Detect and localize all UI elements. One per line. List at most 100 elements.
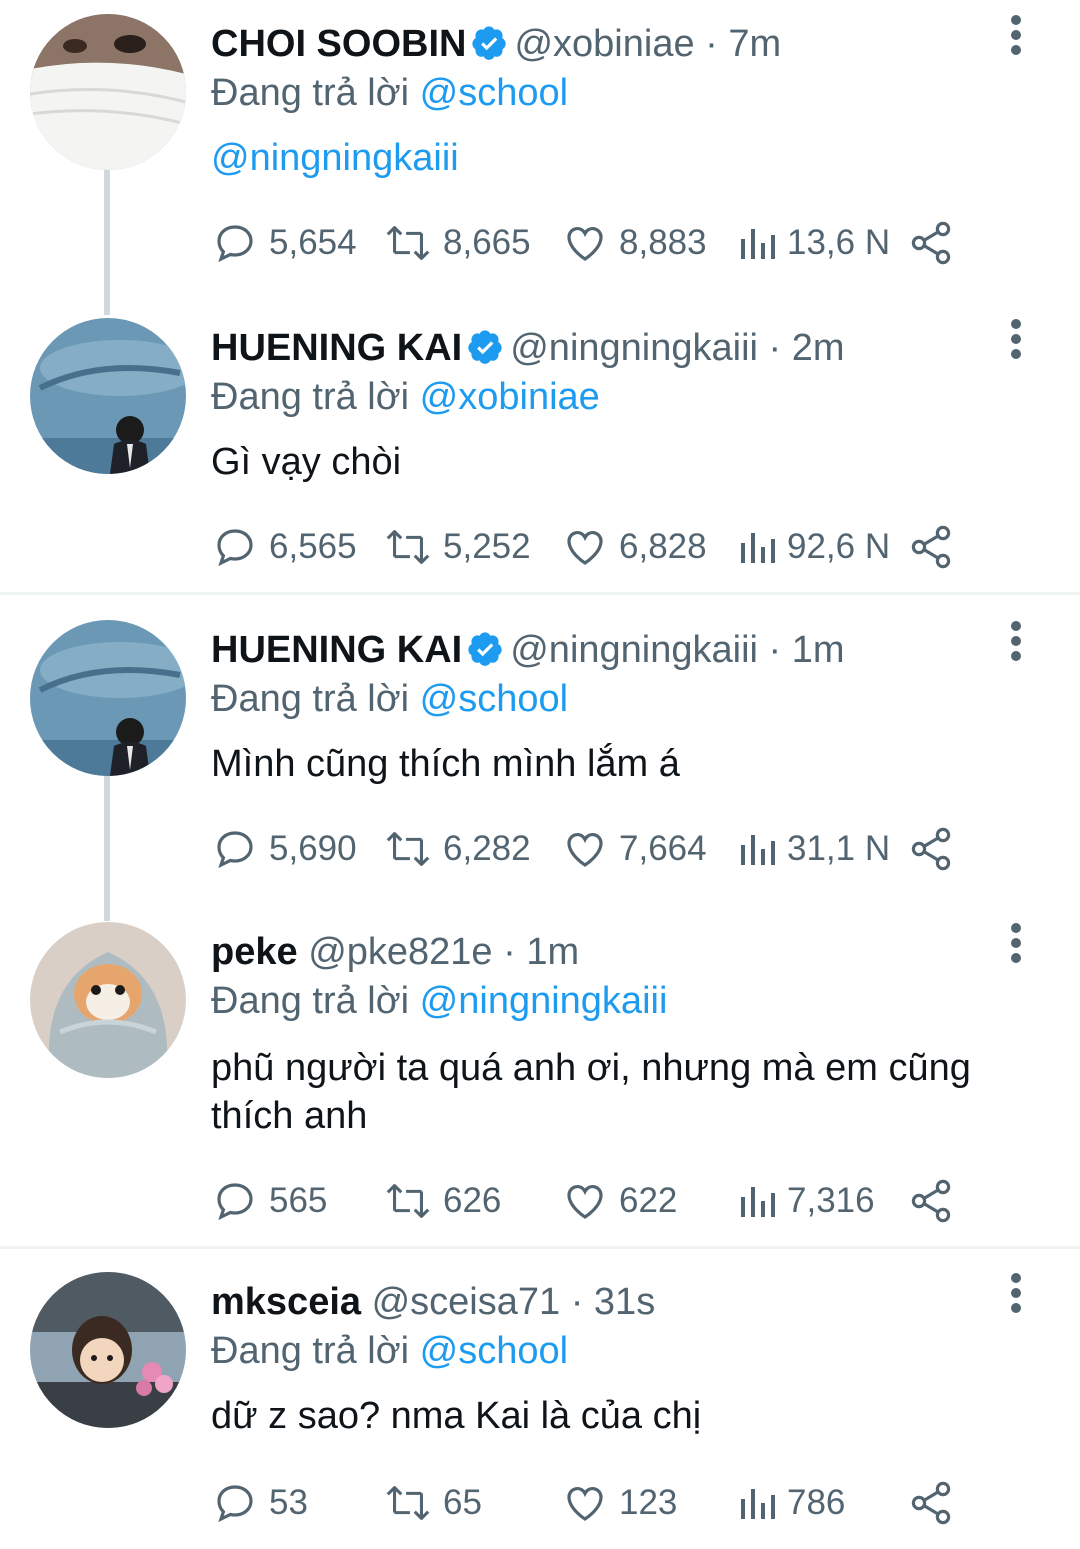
action-bar: 6,565 5,252 6,828 92,6 N [211, 522, 971, 572]
like-button[interactable]: 8,883 [561, 218, 707, 268]
handle[interactable]: @ningningkaiii [510, 327, 758, 369]
tweet-text: Mình cũng thích mình lắm á [211, 743, 680, 785]
separator-dot: · [560, 1281, 594, 1323]
views-button[interactable]: 7,316 [737, 1176, 875, 1226]
reply-prefix: Đang trả lời [211, 1330, 410, 1372]
views-icon [741, 835, 775, 865]
tweet[interactable]: peke @pke821e · 1m Đang trả lời @ningnin… [0, 908, 1080, 1246]
like-button[interactable]: 622 [561, 1176, 677, 1226]
reply-count: 565 [269, 1181, 328, 1220]
retweet-count: 5,252 [443, 527, 531, 566]
display-name[interactable]: CHOI SOOBIN [211, 23, 466, 65]
tweet-header: mksceia @sceisa71 · 31s [211, 1272, 655, 1332]
retweet-button[interactable]: 626 [383, 1176, 501, 1226]
action-bar: 53 65 123 786 [211, 1478, 971, 1528]
avatar[interactable] [30, 318, 186, 474]
views-button[interactable]: 786 [737, 1478, 845, 1528]
action-bar: 5,654 8,665 8,883 13,6 N [211, 218, 971, 268]
heart-icon [567, 832, 603, 867]
verified-badge-icon [468, 632, 502, 666]
share-button[interactable] [907, 522, 955, 572]
reply-button[interactable]: 53 [211, 1478, 308, 1528]
display-name[interactable]: HUENING KAI [211, 327, 462, 369]
reply-to-mention[interactable]: @ningningkaiii [420, 980, 668, 1022]
share-button[interactable] [907, 1176, 955, 1226]
reply-button[interactable]: 6,565 [211, 522, 357, 572]
reply-to-mention[interactable]: @school [420, 678, 568, 720]
retweet-icon [386, 1486, 430, 1520]
share-icon [911, 827, 951, 871]
more-vertical-icon[interactable] [996, 918, 1036, 968]
views-count: 92,6 N [787, 527, 891, 566]
thread-divider [0, 1246, 1080, 1249]
reply-to-mention[interactable]: @xobiniae [420, 376, 600, 418]
reply-button[interactable]: 5,690 [211, 824, 357, 874]
avatar[interactable] [30, 1272, 186, 1428]
handle[interactable]: @sceisa71 [372, 1281, 561, 1323]
timestamp[interactable]: 1m [792, 629, 845, 671]
more-vertical-icon[interactable] [996, 616, 1036, 666]
reply-button[interactable]: 565 [211, 1176, 327, 1226]
retweet-count: 626 [443, 1181, 502, 1220]
timestamp[interactable]: 7m [728, 23, 781, 65]
share-button[interactable] [907, 1478, 955, 1528]
reply-context: Đang trả lời @xobiniae [211, 372, 600, 422]
handle[interactable]: @xobiniae [514, 23, 694, 65]
display-name[interactable]: peke [211, 931, 298, 973]
handle[interactable]: @ningningkaiii [510, 629, 758, 671]
thread-line [104, 170, 110, 315]
retweet-icon [386, 530, 430, 564]
tweet-header: CHOI SOOBIN @xobiniae · 7m [211, 14, 781, 74]
views-button[interactable]: 13,6 N [737, 218, 890, 268]
timestamp[interactable]: 1m [526, 931, 579, 973]
more-vertical-icon[interactable] [996, 1268, 1036, 1318]
avatar[interactable] [30, 620, 186, 776]
retweet-icon [386, 1184, 430, 1218]
like-button[interactable]: 7,664 [561, 824, 707, 874]
share-icon [911, 1179, 951, 1223]
reply-to-mention[interactable]: @school [420, 1330, 568, 1372]
tweet-text: dữ z sao? nma Kai là của chị [211, 1395, 702, 1437]
retweet-icon [386, 226, 430, 260]
more-vertical-icon[interactable] [996, 314, 1036, 364]
retweet-button[interactable]: 8,665 [383, 218, 531, 268]
avatar[interactable] [30, 922, 186, 1078]
tweet-text: Gì vạy chòi [211, 441, 402, 483]
share-button[interactable] [907, 824, 955, 874]
timestamp[interactable]: 2m [792, 327, 845, 369]
reply-count: 53 [269, 1483, 308, 1522]
reply-context: Đang trả lời @school [211, 1326, 568, 1376]
reply-context: Đang trả lời @school [211, 68, 568, 118]
views-button[interactable]: 31,1 N [737, 824, 890, 874]
views-icon [741, 229, 775, 259]
reply-to-mention[interactable]: @school [420, 72, 568, 114]
tweet-header: HUENING KAI @ningningkaiii · 2m [211, 318, 845, 378]
heart-icon [567, 226, 603, 261]
retweet-button[interactable]: 65 [383, 1478, 482, 1528]
body-mention[interactable]: @ningningkaiii [211, 137, 459, 179]
share-button[interactable] [907, 218, 955, 268]
tweet[interactable]: CHOI SOOBIN @xobiniae · 7m Đang trả lời @… [0, 0, 1080, 315]
retweet-count: 65 [443, 1483, 482, 1522]
reply-prefix: Đang trả lời [211, 376, 410, 418]
tweet-text: @ningningkaiii [211, 134, 1051, 182]
separator-dot: · [757, 327, 792, 369]
tweet[interactable]: HUENING KAI @ningningkaiii · 1m Đang trả … [0, 606, 1080, 921]
more-vertical-icon[interactable] [996, 10, 1036, 60]
retweet-button[interactable]: 6,282 [383, 824, 531, 874]
like-button[interactable]: 123 [561, 1478, 677, 1528]
handle[interactable]: @pke821e [308, 931, 492, 973]
views-icon [741, 533, 775, 563]
display-name[interactable]: HUENING KAI [211, 629, 462, 671]
tweet[interactable]: mksceia @sceisa71 · 31s Đang trả lời @sc… [0, 1258, 1080, 1549]
tweet[interactable]: HUENING KAI @ningningkaiii · 2m Đang trả … [0, 304, 1080, 592]
retweet-button[interactable]: 5,252 [383, 522, 531, 572]
display-name[interactable]: mksceia [211, 1281, 361, 1323]
reply-count: 6,565 [269, 527, 357, 566]
timestamp[interactable]: 31s [594, 1281, 655, 1323]
reply-icon [217, 529, 253, 567]
avatar[interactable] [30, 14, 186, 170]
like-button[interactable]: 6,828 [561, 522, 707, 572]
reply-button[interactable]: 5,654 [211, 218, 357, 268]
views-button[interactable]: 92,6 N [737, 522, 890, 572]
